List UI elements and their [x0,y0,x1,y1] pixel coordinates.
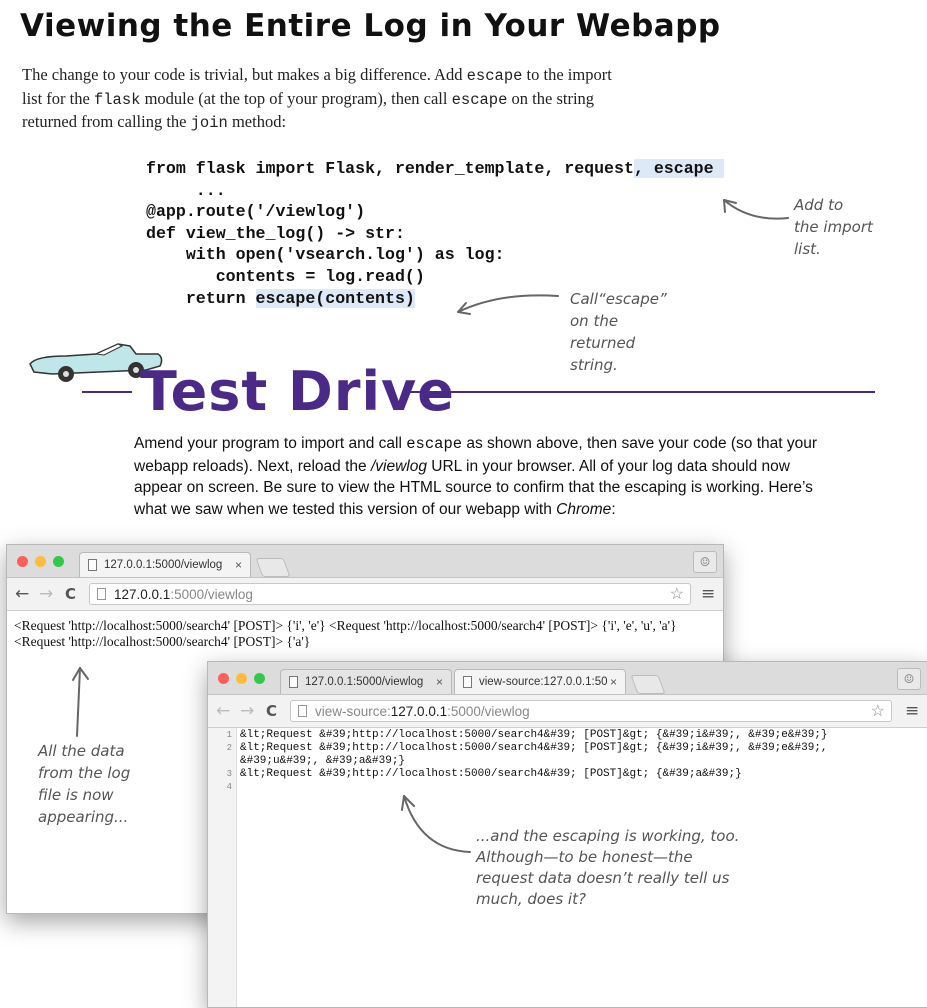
arrow-to-escape-call [457,294,559,313]
arrow-to-page-content [76,667,81,737]
arrow-to-source [403,795,471,853]
annotation-arrows [72,199,789,853]
